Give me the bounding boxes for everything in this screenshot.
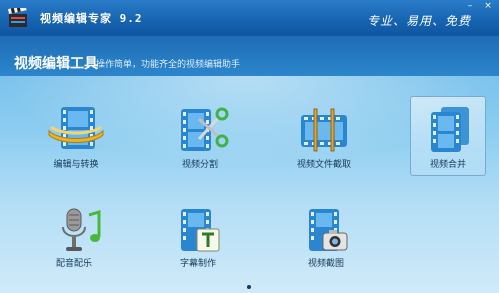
tool-label: 编辑与转换 [53,160,99,170]
app-logo-icon [8,8,27,27]
tool-edit-convert[interactable]: 编辑与转换 [38,100,114,180]
tool-screenshot[interactable]: 视频截图 [288,204,364,284]
tool-merge[interactable]: 视频合并 [410,96,486,176]
tool-label: 视频文件截取 [296,160,351,170]
slogan: 专业、易用、免费 [366,14,471,28]
microphone-icon [62,208,101,251]
app-title: 视频编辑专家 9.2 [40,12,143,25]
tool-label: 字幕制作 [179,259,216,269]
film-scissors-icon [181,107,229,151]
minimize-icon[interactable]: – [463,1,477,12]
film-camera-icon [309,209,348,251]
section-description: 操作简单，功能齐全的视频编辑助手 [96,60,241,70]
film-edit-convert-icon [48,107,104,149]
tool-trim[interactable]: 视频文件截取 [286,100,362,180]
section-title: 视频编辑工具 [14,56,98,72]
tool-split[interactable]: 视频分割 [162,100,238,180]
tool-label: 配音配乐 [55,259,92,269]
film-trim-icon [301,108,347,152]
tool-label: 视频分割 [181,160,218,170]
tool-dubbing[interactable]: 配音配乐 [36,204,112,284]
subtitle-icon [181,209,220,252]
title-bar: 视频编辑专家 9.2 – × 专业、易用、免费 [0,0,499,36]
tool-subtitle[interactable]: 字幕制作 [160,204,236,284]
close-icon[interactable]: × [481,1,495,12]
page-indicator-dot[interactable] [247,285,251,289]
tool-label: 视频截图 [307,259,344,269]
film-merge-icon [431,107,469,152]
tool-label: 视频合并 [429,160,466,170]
